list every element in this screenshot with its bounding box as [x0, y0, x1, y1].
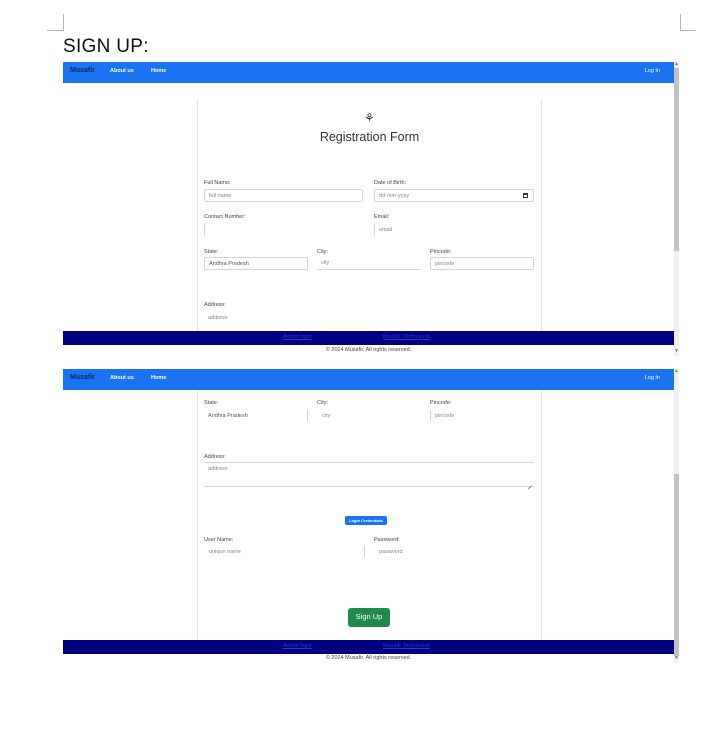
city-label: City: [317, 400, 328, 406]
page-corner-mark-right-vertical [680, 14, 681, 31]
globe-icon: ⚘ [364, 111, 375, 125]
scroll-up-arrow-icon[interactable]: ▲ [674, 369, 679, 374]
login-credentials-button[interactable]: Login Credentials [345, 516, 387, 525]
contact-label: Contact Number: [204, 214, 246, 220]
scrollbar-thumb[interactable] [674, 474, 679, 656]
city-input[interactable]: city [317, 257, 421, 270]
scrollbar-thumb[interactable] [674, 68, 679, 251]
musafir-technocrat-link[interactable]: Musafir Technocrat [383, 643, 429, 649]
username-input[interactable]: unique name [204, 545, 363, 558]
scroll-down-arrow-icon[interactable]: ▼ [674, 349, 679, 354]
contact-input[interactable] [204, 223, 363, 236]
password-label: Password: [374, 537, 400, 543]
nav-about-link[interactable]: About us [110, 375, 134, 381]
email-input[interactable]: email [374, 223, 534, 236]
brand-logo[interactable]: Musafir [70, 67, 95, 74]
nav-home-link[interactable]: Home [151, 375, 166, 381]
registration-card: State: Andhra Pradesh City: city Pincode… [197, 390, 542, 640]
calendar-icon[interactable] [523, 193, 528, 198]
registration-card: ⚘ Registration Form Full Name: full name… [197, 99, 542, 331]
pincode-input[interactable]: pincode [430, 409, 534, 422]
document-heading: SIGN UP: [63, 36, 149, 57]
nav-home-link[interactable]: Home [151, 68, 166, 74]
screenshot-top: Musafir About us Home Log In ⚘ Registrat… [63, 62, 679, 356]
resize-handle-icon[interactable] [527, 481, 532, 486]
admin-login-link[interactable]: Admin login [283, 643, 312, 649]
pincode-input[interactable]: pincode [430, 257, 534, 270]
musafir-technocrat-link[interactable]: Musafir Technocrat [383, 334, 429, 340]
full-name-input[interactable]: full name [204, 189, 363, 202]
nav-login-link[interactable]: Log In [645, 375, 660, 381]
footer-bar: Admin login Musafir Technocrat [63, 640, 674, 654]
scroll-up-arrow-icon[interactable]: ▲ [674, 62, 679, 67]
screenshot-bottom: Musafir About us Home Log In State: Andh… [63, 369, 679, 663]
signup-button[interactable]: Sign Up [348, 608, 390, 627]
nav-login-link[interactable]: Log In [645, 68, 660, 74]
dob-placeholder: dd-mm-yyyy [379, 193, 409, 199]
scrollbar[interactable]: ▲ ▼ [674, 369, 679, 663]
state-label: State: [204, 249, 219, 255]
nav-about-link[interactable]: About us [110, 68, 134, 74]
navbar: Musafir About us Home Log In [63, 369, 674, 390]
username-label: User Name: [204, 537, 234, 543]
state-select[interactable]: Andhra Pradesh [204, 257, 308, 270]
city-label: City: [317, 249, 328, 255]
address-label: Address: [204, 454, 226, 460]
state-select[interactable]: Andhra Pradesh [204, 409, 308, 422]
page-corner-mark-left-vertical [63, 14, 64, 31]
brand-logo[interactable]: Musafir [70, 374, 95, 381]
address-input[interactable]: address [204, 311, 534, 324]
navbar: Musafir About us Home Log In [63, 62, 674, 83]
page-corner-mark-left [47, 30, 63, 31]
pincode-label: Pincode: [430, 400, 452, 406]
password-input[interactable]: password [364, 545, 524, 558]
footer-bar: Admin login Musafir Technocrat [63, 331, 674, 345]
copyright-text: © 2024 Musafir. All rights reserved. [325, 347, 412, 353]
dob-input[interactable]: dd-mm-yyyy [374, 189, 534, 202]
admin-login-link[interactable]: Admin login [283, 334, 312, 340]
copyright-text: © 2024 Musafir. All rights reserved. [325, 655, 412, 661]
email-label: Email: [374, 214, 390, 220]
dob-label: Date of Birth: [374, 180, 407, 186]
scroll-down-arrow-icon[interactable]: ▼ [674, 656, 679, 661]
city-input[interactable]: city [317, 409, 421, 422]
address-textarea[interactable]: address [204, 462, 534, 487]
full-name-label: Full Name: [204, 180, 231, 186]
address-label: Address: [204, 302, 226, 308]
form-title: Registration Form [319, 130, 420, 144]
pincode-label: Pincode: [430, 249, 452, 255]
state-label: State: [204, 400, 219, 406]
page-corner-mark-right [680, 30, 696, 31]
scrollbar[interactable]: ▲ ▼ [674, 62, 679, 356]
